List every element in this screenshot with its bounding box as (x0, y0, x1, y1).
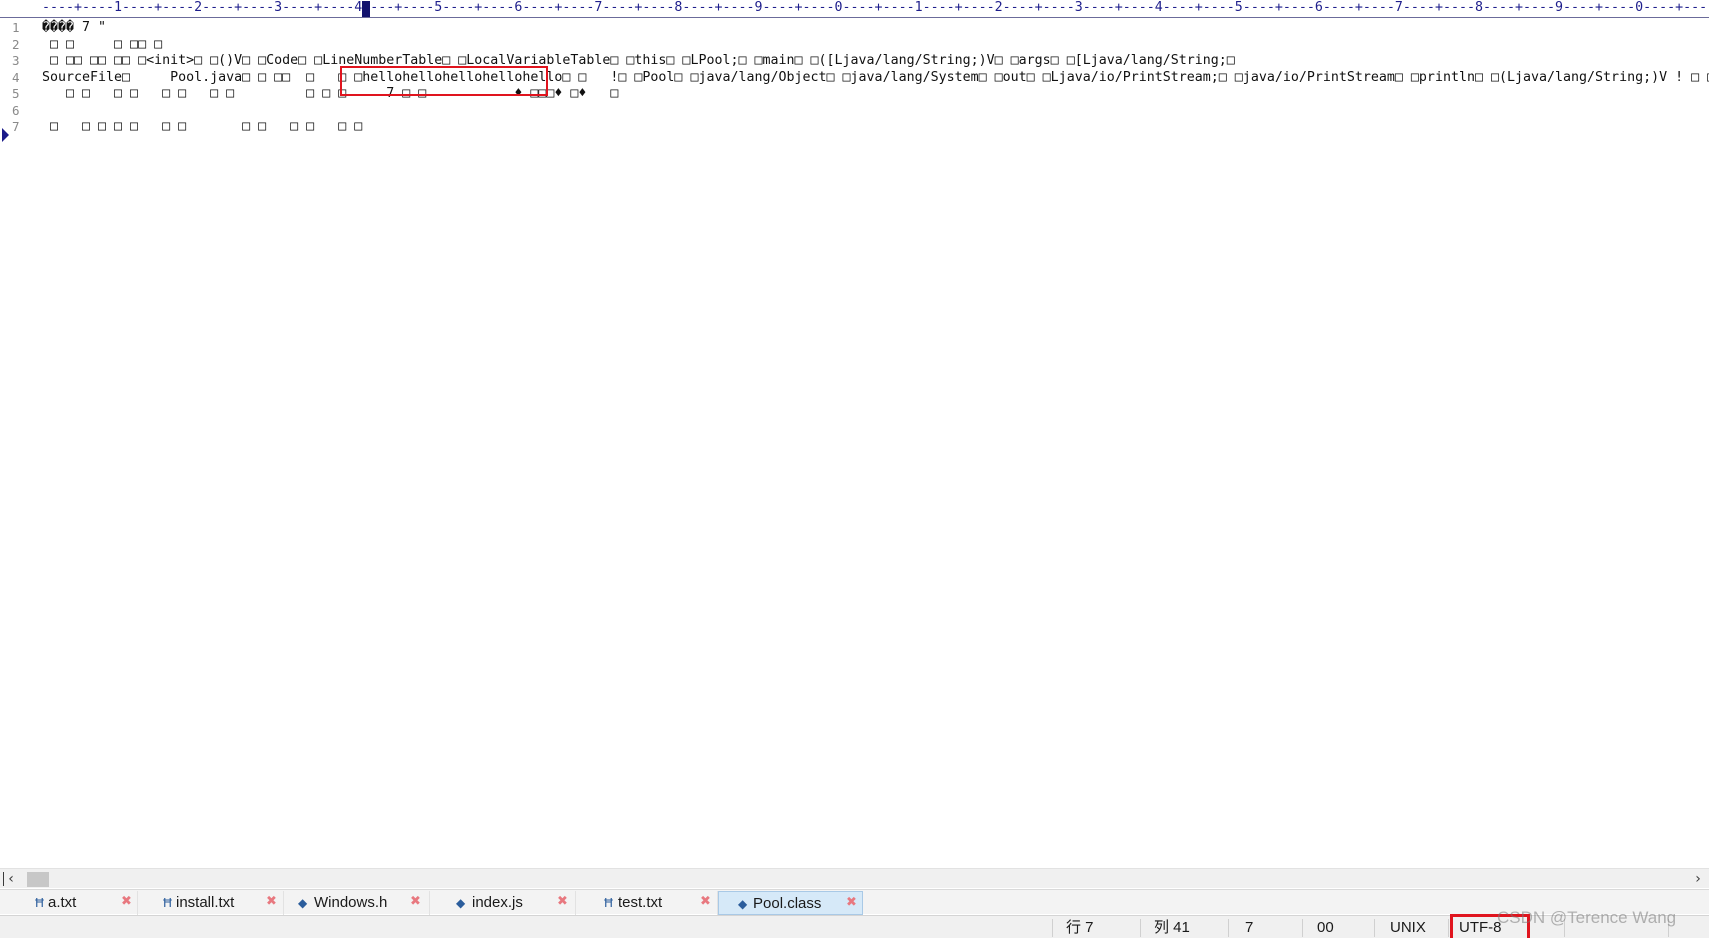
tab-a-txt[interactable]: Ħ a.txt ✖ (0, 891, 138, 915)
line-number: 1 (12, 20, 20, 35)
tab-label: test.txt (618, 894, 663, 911)
scroll-right-icon[interactable]: › (1689, 870, 1707, 888)
text-file-icon: Ħ (34, 896, 45, 910)
string-constant-highlight-box (340, 66, 548, 96)
column-ruler: ----+----1----+----2----+----3----+----4… (0, 0, 1709, 18)
close-tab-icon[interactable]: ✖ (121, 894, 132, 910)
text-file-icon: Ħ (603, 896, 614, 910)
tab-label: Pool.class (753, 895, 822, 912)
tab-index-js[interactable]: ◆ index.js ✖ (430, 891, 576, 915)
status-divider (1374, 919, 1375, 937)
status-divider (1302, 919, 1303, 937)
status-divider (1052, 919, 1053, 937)
source-file-icon: ◆ (298, 896, 308, 910)
scrollbar-thumb[interactable] (27, 872, 49, 887)
tab-label: Windows.h (314, 894, 388, 911)
line-number: 6 (12, 102, 20, 118)
code-line[interactable]: □ □ □ □□ □ (42, 36, 162, 54)
status-divider (1228, 919, 1229, 937)
editor-area[interactable]: 1 2 3 4 5 6 7 ���� 7 " □ □ □ □□ □ □ □□ □… (0, 19, 1709, 868)
source-file-icon: ◆ (456, 896, 466, 910)
text-file-icon: Ħ (162, 896, 173, 910)
tab-pool-class[interactable]: ◆ Pool.class ✖ (718, 891, 863, 915)
tab-test-txt[interactable]: Ħ test.txt ✖ (576, 891, 718, 915)
ruler-column-cursor (362, 1, 370, 17)
line-number-gutter: 1 2 3 4 5 6 7 (0, 19, 38, 868)
close-tab-icon[interactable]: ✖ (557, 894, 568, 910)
tab-label: a.txt (48, 894, 77, 911)
close-tab-icon[interactable]: ✖ (846, 895, 857, 911)
tab-label: install.txt (176, 894, 235, 911)
line-number: 7 (12, 119, 20, 134)
close-tab-icon[interactable]: ✖ (266, 894, 277, 910)
source-file-icon: ◆ (738, 897, 748, 911)
tab-windows-h[interactable]: ◆ Windows.h ✖ (284, 891, 430, 915)
line-number: 2 (12, 36, 20, 52)
scroll-left-icon[interactable]: ‹ (0, 870, 22, 888)
status-column: 列 41 (1154, 919, 1190, 936)
status-selection: 7 (1245, 919, 1254, 936)
code-line[interactable]: SourceFile□ Pool.java□ □ □□ □ □ □hellohe… (42, 69, 1709, 87)
line-number: 4 (12, 69, 20, 85)
close-tab-icon[interactable]: ✖ (410, 894, 421, 910)
status-divider (1140, 919, 1141, 937)
close-tab-icon[interactable]: ✖ (700, 894, 711, 910)
horizontal-scrollbar[interactable]: ‹ › (0, 868, 1709, 888)
status-char-code: 00 (1317, 919, 1334, 936)
tab-label: index.js (472, 894, 523, 911)
tab-install-txt[interactable]: Ħ install.txt ✖ (138, 891, 284, 915)
status-divider (1448, 919, 1449, 937)
code-line[interactable]: □ □□ □□ □□ □<init>□ □()V□ □Code□ □LineNu… (42, 52, 1235, 70)
ruler-scale: ----+----1----+----2----+----3----+----4… (42, 0, 1708, 15)
watermark: CSDN @Terence Wang (1497, 908, 1677, 927)
line-number: 3 (12, 53, 20, 68)
code-line[interactable]: ���� 7 " (42, 19, 106, 37)
status-row: 行 7 (1066, 919, 1094, 936)
current-line-marker-icon (2, 128, 9, 142)
code-line[interactable]: □ □ □ □ □ □ □ □ □ □ □ □ □ (42, 118, 362, 136)
document-tab-bar: Ħ a.txt ✖ Ħ install.txt ✖ ◆ Windows.h ✖ … (0, 889, 1709, 915)
line-number: 5 (12, 86, 20, 101)
status-line-ending[interactable]: UNIX (1390, 916, 1426, 938)
